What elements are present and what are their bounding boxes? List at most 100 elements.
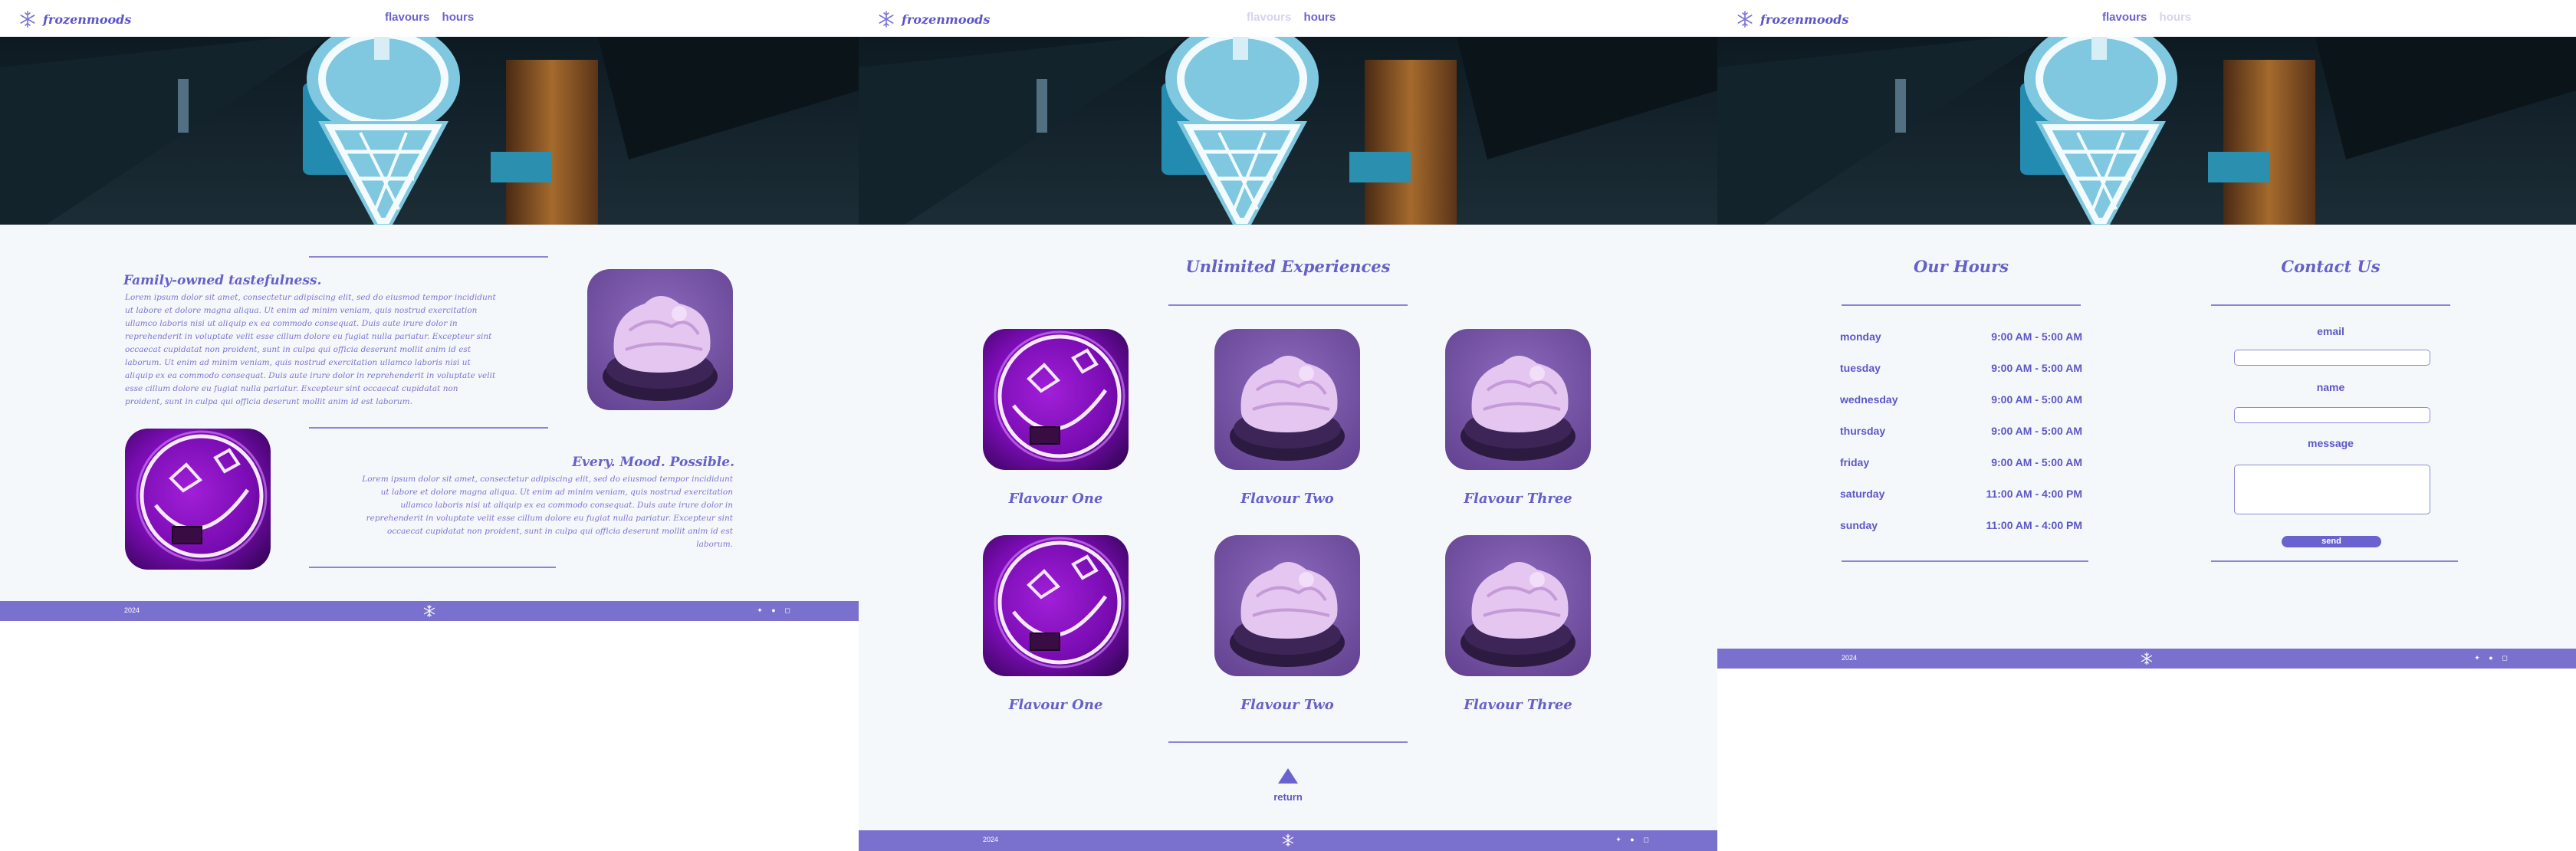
snowflake-icon[interactable]	[1281, 833, 1295, 847]
twitter-icon[interactable]: ✦	[1615, 836, 1622, 843]
name-field[interactable]	[2234, 407, 2430, 423]
flavour-three-image[interactable]	[1445, 535, 1591, 676]
hours-day: wednesday	[1840, 393, 1898, 406]
ice-cream-image	[587, 269, 733, 410]
flavour-label: Flavour One	[1008, 491, 1103, 507]
flavour-label: Flavour One	[1008, 697, 1103, 713]
nav-hours-link[interactable]: hours	[442, 11, 475, 24]
divider	[1168, 741, 1408, 743]
divider	[1842, 560, 2088, 562]
section2-body: Lorem ipsum dolor sit amet, consectetur …	[362, 475, 733, 549]
email-label: email	[2317, 325, 2344, 337]
flavour-three-image[interactable]	[1445, 329, 1591, 470]
hours-day: sunday	[1840, 519, 1878, 531]
twitter-icon[interactable]: ✦	[2473, 654, 2481, 662]
nav-hours-link[interactable]: hours	[2160, 11, 2192, 24]
brand-name: frozenmoods	[1760, 12, 1849, 27]
message-field[interactable]	[2234, 465, 2430, 514]
navbar: frozenmoods flavours hours	[859, 0, 1717, 37]
section2-title: Every. Mood. Possible.	[572, 455, 734, 470]
flavours-title: Unlimited Experiences	[1185, 257, 1391, 276]
triangle-up-icon[interactable]	[1277, 767, 1299, 785]
divider	[1168, 304, 1408, 306]
flavour-label: Flavour Two	[1240, 491, 1334, 507]
instagram-icon[interactable]: ◻	[2501, 654, 2509, 662]
snowflake-icon[interactable]	[2140, 652, 2154, 665]
twitter-icon[interactable]: ✦	[756, 606, 764, 614]
flavour-two-image[interactable]	[1214, 535, 1360, 676]
instagram-icon[interactable]: ◻	[1642, 836, 1650, 843]
divider	[2211, 304, 2450, 306]
name-label: name	[2316, 381, 2345, 393]
neon-smiley-image	[125, 429, 271, 570]
nav-flavours-link[interactable]: flavours	[2102, 11, 2147, 24]
brand[interactable]: frozenmoods	[18, 9, 131, 29]
divider	[1842, 304, 2081, 306]
flavour-label: Flavour Two	[1240, 697, 1334, 713]
divider	[2211, 560, 2458, 562]
hours-page: frozenmoods flavours hours Our Hours mon…	[1717, 0, 2576, 851]
hours-day: tuesday	[1840, 362, 1881, 374]
hours-row: friday 9:00 AM - 5:00 AM	[1840, 456, 2082, 468]
flavour-one-image[interactable]	[983, 329, 1129, 470]
snowflake-icon	[877, 10, 895, 28]
footer: 2024 ✦ ● ◻	[1717, 649, 2576, 669]
divider	[309, 256, 548, 258]
send-button[interactable]: send	[2282, 536, 2381, 547]
brand[interactable]: frozenmoods	[1736, 9, 1848, 29]
brand-name: frozenmoods	[902, 12, 991, 27]
hero-image	[1717, 37, 2576, 225]
hours-content: Our Hours monday 9:00 AM - 5:00 AM tuesd…	[1717, 225, 2576, 649]
hours-time: 9:00 AM - 5:00 AM	[1991, 330, 2082, 343]
hours-time: 9:00 AM - 5:00 AM	[1991, 362, 2082, 374]
flavour-one-image[interactable]	[983, 535, 1129, 676]
footer: 2024 ✦ ● ◻	[0, 601, 859, 621]
hero-image	[859, 37, 1717, 225]
hours-row: monday 9:00 AM - 5:00 AM	[1840, 330, 2082, 343]
footer-year: 2024	[1842, 654, 1858, 662]
nav-flavours-link[interactable]: flavours	[1247, 11, 1291, 24]
return-link[interactable]: return	[859, 791, 1717, 803]
hours-day: monday	[1840, 330, 1881, 343]
hours-row: thursday 9:00 AM - 5:00 AM	[1840, 425, 2082, 437]
flavour-label: Flavour Three	[1464, 491, 1572, 507]
about-content: Family-owned tastefulness. Lorem ipsum d…	[0, 225, 859, 601]
snowflake-icon	[1736, 10, 1754, 28]
hours-row: tuesday 9:00 AM - 5:00 AM	[1840, 362, 2082, 374]
hours-day: saturday	[1840, 488, 1885, 500]
brand[interactable]: frozenmoods	[877, 9, 990, 29]
divider	[309, 427, 548, 429]
email-field[interactable]	[2234, 350, 2430, 366]
flavour-label: Flavour Three	[1464, 697, 1572, 713]
hours-row: sunday 11:00 AM - 4:00 PM	[1840, 519, 2082, 531]
footer-year: 2024	[124, 606, 140, 614]
nav-flavours-link[interactable]: flavours	[385, 11, 429, 24]
section1-title: Family-owned tastefulness.	[123, 273, 322, 288]
flavour-two-image[interactable]	[1214, 329, 1360, 470]
flavours-content: Unlimited Experiences Flavour One Flavou…	[859, 225, 1717, 830]
snowflake-icon[interactable]	[422, 604, 436, 618]
instagram-icon[interactable]: ◻	[784, 606, 791, 614]
nav-hours-link[interactable]: hours	[1304, 11, 1336, 24]
snowflake-icon	[18, 10, 37, 28]
hours-time: 11:00 AM - 4:00 PM	[1986, 519, 2082, 531]
hours-row: wednesday 9:00 AM - 5:00 AM	[1840, 393, 2082, 406]
message-label: message	[2308, 437, 2354, 449]
footer-year: 2024	[983, 836, 999, 843]
globe-icon[interactable]: ●	[2487, 654, 2495, 662]
hours-title: Our Hours	[1914, 257, 2009, 276]
flavours-page: frozenmoods flavours hours Unlimited Exp…	[859, 0, 1717, 851]
hours-day: thursday	[1840, 425, 1886, 437]
about-page: frozenmoods flavours hours Family-owned …	[0, 0, 859, 851]
hero-image	[0, 37, 859, 225]
hours-row: saturday 11:00 AM - 4:00 PM	[1840, 488, 2082, 500]
navbar: frozenmoods flavours hours	[0, 0, 859, 37]
globe-icon[interactable]: ●	[770, 606, 777, 614]
hours-time: 9:00 AM - 5:00 AM	[1991, 393, 2082, 406]
navbar: frozenmoods flavours hours	[1717, 0, 2576, 37]
contact-title: Contact Us	[2281, 257, 2380, 276]
hours-time: 11:00 AM - 4:00 PM	[1986, 488, 2082, 500]
brand-name: frozenmoods	[43, 12, 132, 27]
footer: 2024 ✦ ● ◻	[859, 830, 1717, 851]
globe-icon[interactable]: ●	[1628, 836, 1636, 843]
